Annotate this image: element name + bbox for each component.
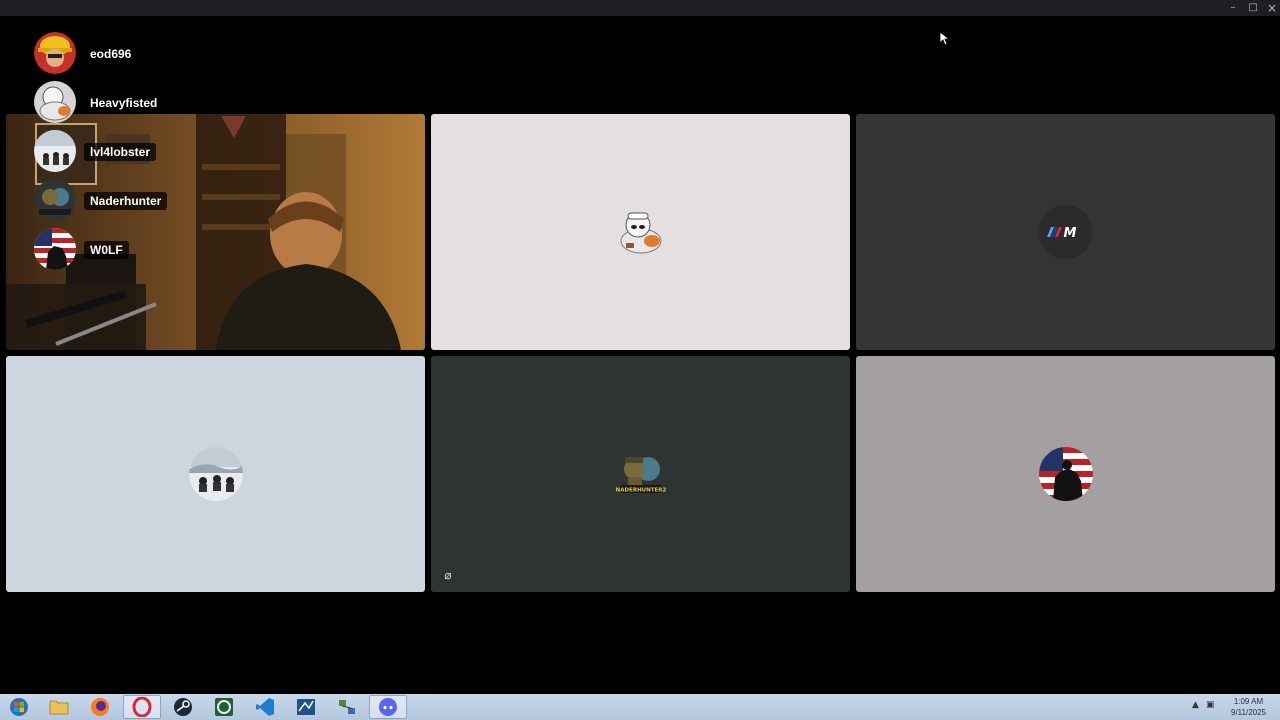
taskbar-network-app[interactable] xyxy=(328,695,366,719)
folder-icon xyxy=(49,700,69,715)
cartoon-sailor-avatar-icon xyxy=(34,81,76,123)
participant-row[interactable]: eod696 xyxy=(34,32,234,74)
video-tile-lvl4lobster[interactable] xyxy=(6,356,425,592)
taskbar-steam[interactable] xyxy=(164,695,202,719)
muted-icon: ⌀ xyxy=(444,568,452,582)
maximize-button[interactable]: □ xyxy=(1246,2,1260,14)
taskbar-firefox[interactable] xyxy=(81,695,119,719)
close-button[interactable]: × xyxy=(1265,2,1279,14)
video-tile-naderhunter[interactable]: NADERHUNTER2 ⌀ xyxy=(431,356,850,592)
firefox-icon xyxy=(91,698,109,716)
network-icon xyxy=(339,700,355,714)
video-tile-heavyfisted[interactable] xyxy=(431,114,850,350)
naderhunter-logo-text: NADERHUNTER2 xyxy=(615,488,666,494)
participant-row[interactable]: Heavyfisted xyxy=(34,81,234,123)
cheat-engine-icon xyxy=(215,698,233,716)
participant-row[interactable]: W0LF xyxy=(34,228,234,270)
participant-name: eod696 xyxy=(84,45,138,63)
steam-icon xyxy=(174,698,192,716)
video-tile-w0lf[interactable] xyxy=(856,356,1275,592)
show-hidden-icons-button[interactable]: ▲ xyxy=(1192,700,1199,710)
network-tray-icon[interactable]: ▣ xyxy=(1206,700,1215,710)
taskbar-cheat-engine[interactable] xyxy=(205,695,243,719)
taskbar: ▲ ▣ 1:09 AM 9/11/2025 xyxy=(0,694,1280,720)
taskbar-blue-app[interactable] xyxy=(287,695,325,719)
mail-blue-icon xyxy=(297,699,315,715)
participant-name: Naderhunter xyxy=(84,192,168,210)
naderhunter-logo-avatar-icon xyxy=(34,179,76,221)
start-button[interactable] xyxy=(0,695,38,719)
minimize-button[interactable]: – xyxy=(1226,2,1240,14)
video-tile-bmw[interactable]: M xyxy=(856,114,1275,350)
participant-name: lvl4lobster xyxy=(84,143,157,161)
american-flag-soldier-avatar-icon xyxy=(34,228,76,270)
participant-name: Heavyfisted xyxy=(84,94,164,112)
participant-row[interactable]: lvl4lobster xyxy=(34,130,234,172)
participant-name: W0LF xyxy=(84,241,129,259)
opera-icon xyxy=(132,697,152,717)
cartoon-sailor-avatar-icon xyxy=(616,207,666,257)
clock-time: 1:09 AM xyxy=(1233,697,1264,706)
svg-text:M: M xyxy=(1063,226,1076,241)
window-titlebar: – □ × xyxy=(0,0,1280,16)
taskbar-clock[interactable]: 1:09 AM 9/11/2025 xyxy=(1231,696,1266,718)
mouse-cursor-icon xyxy=(940,32,950,46)
soldiers-snow-avatar-icon xyxy=(34,130,76,172)
windows-logo-icon xyxy=(10,698,28,716)
participant-row[interactable]: Naderhunter xyxy=(34,179,234,221)
vscode-icon xyxy=(256,698,274,716)
clock-date: 9/11/2025 xyxy=(1231,708,1266,717)
soldiers-snow-avatar-icon xyxy=(188,447,243,501)
discord-icon xyxy=(379,698,397,716)
american-flag-soldier-avatar-icon xyxy=(1038,447,1093,501)
taskbar-opera[interactable] xyxy=(123,695,161,719)
hard-hat-avatar-icon xyxy=(34,32,76,74)
taskbar-discord[interactable] xyxy=(369,695,407,719)
naderhunter-logo-avatar-icon: NADERHUNTER2 xyxy=(614,447,668,501)
taskbar-vscode[interactable] xyxy=(246,695,284,719)
bmw-m-logo-avatar-icon: M xyxy=(1038,205,1093,259)
taskbar-file-explorer[interactable] xyxy=(40,695,78,719)
